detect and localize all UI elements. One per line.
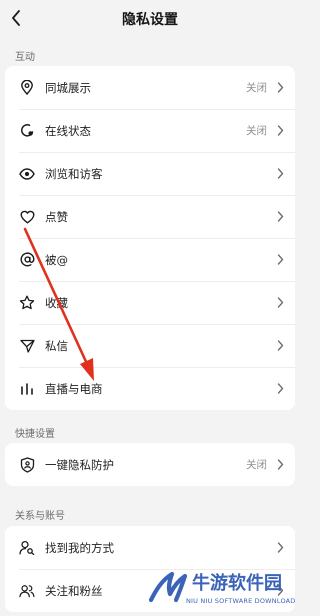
row-likes[interactable]: 点赞 — [5, 195, 295, 238]
bars-icon — [19, 381, 35, 397]
eye-icon — [19, 166, 35, 182]
watermark-logo: 牛游软件园 NIU NIU SOFTWARE DOWNLOAD — [148, 566, 296, 610]
row-label: 在线状态 — [45, 123, 91, 138]
at-icon — [19, 252, 35, 268]
chevron-right-icon — [275, 211, 285, 223]
status-value: 关闭 — [246, 459, 267, 471]
row-local-display[interactable]: 同城展示 关闭 — [5, 66, 295, 109]
row-label: 找到我的方式 — [45, 540, 114, 555]
row-label: 一键隐私防护 — [45, 457, 114, 472]
heart-icon — [19, 209, 35, 225]
status-value: 关闭 — [246, 82, 267, 94]
watermark-name: 牛游软件园 — [192, 573, 282, 594]
row-direct-messages[interactable]: 私信 — [5, 324, 295, 367]
section-label-interaction: 互动 — [15, 52, 35, 63]
row-online-status[interactable]: 在线状态 关闭 — [5, 109, 295, 152]
row-browse-visitors[interactable]: 浏览和访客 — [5, 152, 295, 195]
chevron-right-icon — [275, 340, 285, 352]
chevron-right-icon — [275, 125, 285, 137]
chevron-right-icon — [275, 254, 285, 266]
row-favorites[interactable]: 收藏 — [5, 281, 295, 324]
chevron-right-icon — [275, 297, 285, 309]
star-icon — [19, 295, 35, 311]
quick-settings-card: 一键隐私防护 关闭 — [5, 443, 295, 486]
chevron-right-icon — [275, 168, 285, 180]
section-label-quick-settings: 快捷设置 — [15, 429, 55, 440]
header-bar: 隐私设置 — [0, 0, 300, 38]
row-find-me[interactable]: 找到我的方式 — [5, 526, 295, 569]
row-live-ecommerce[interactable]: 直播与电商 — [5, 367, 295, 410]
row-label: 直播与电商 — [45, 381, 103, 396]
row-label: 被@ — [45, 252, 68, 267]
interaction-card: 同城展示 关闭 在线状态 关闭 浏览和访客 点赞 被@ 收藏 私信 直播与电商 — [5, 66, 295, 410]
send-icon — [19, 338, 35, 354]
watermark-subtitle: NIU NIU SOFTWARE DOWNLOAD — [186, 597, 296, 605]
row-label: 收藏 — [45, 295, 68, 310]
chevron-right-icon — [275, 383, 285, 395]
row-label: 点赞 — [45, 209, 68, 224]
online-status-icon — [19, 123, 35, 139]
location-pin-icon — [19, 80, 35, 96]
chevron-right-icon — [275, 82, 285, 94]
row-label: 同城展示 — [45, 80, 91, 95]
shield-icon — [19, 456, 35, 473]
status-value: 关闭 — [246, 125, 267, 137]
row-one-click-privacy[interactable]: 一键隐私防护 关闭 — [5, 443, 295, 486]
chevron-right-icon — [275, 542, 285, 554]
user-search-icon — [19, 540, 35, 556]
row-label: 私信 — [45, 338, 68, 353]
brand-logo-icon — [148, 571, 188, 603]
row-label: 浏览和访客 — [45, 166, 103, 181]
section-label-relations-account: 关系与账号 — [15, 511, 65, 522]
users-icon — [19, 583, 35, 599]
chevron-right-icon — [275, 459, 285, 471]
page-title: 隐私设置 — [122, 12, 178, 28]
row-mentions[interactable]: 被@ — [5, 238, 295, 281]
